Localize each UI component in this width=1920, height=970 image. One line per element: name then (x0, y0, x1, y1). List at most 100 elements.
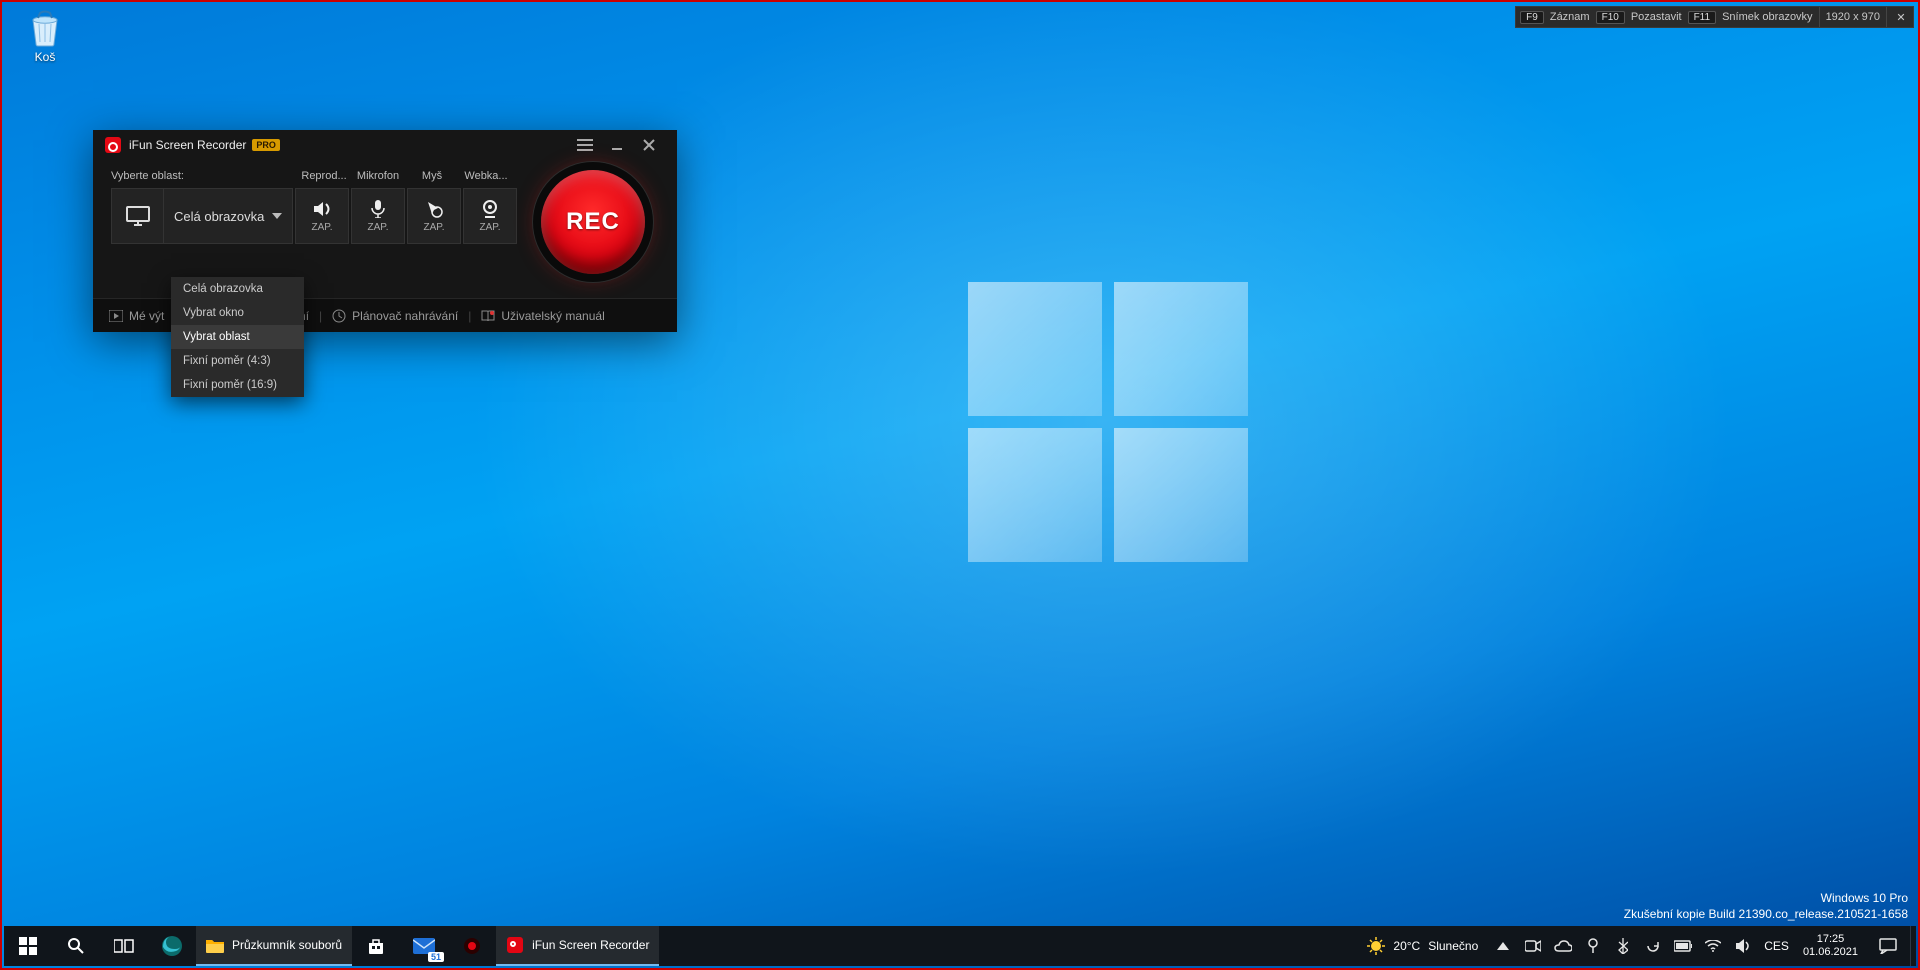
store-icon (367, 937, 385, 955)
menu-button[interactable] (569, 130, 601, 160)
action-center-button[interactable] (1866, 926, 1910, 966)
record-button[interactable]: REC (541, 170, 645, 274)
toggle-webcam-state: ZAP. (480, 222, 501, 233)
area-dropdown-list: Celá obrazovkaVybrat oknoVybrat oblastFi… (171, 277, 304, 397)
taskbar-weather[interactable]: 20°C Slunečno (1357, 937, 1488, 955)
record-button-label: REC (566, 208, 620, 236)
col-speaker-label: Reprod... (297, 170, 351, 182)
folder-icon (206, 936, 224, 954)
desktop: Koš Windows 10 Pro Zkušební kopie Build … (0, 0, 1920, 970)
close-button[interactable] (633, 130, 665, 160)
col-mouse-label: Myš (405, 170, 459, 182)
webcam-icon (480, 200, 500, 218)
clock-date: 01.06.2021 (1803, 946, 1858, 959)
video-list-icon (109, 309, 123, 323)
windows-logo (968, 282, 1248, 562)
taskbar-ifun-label: iFun Screen Recorder (532, 938, 649, 952)
area-dropdown-item[interactable]: Fixní poměr (16:9) (171, 373, 304, 397)
toggle-mouse[interactable]: ZAP. (407, 188, 461, 244)
system-tray: CES (1488, 926, 1795, 966)
clock-time: 17:25 (1803, 933, 1858, 946)
show-desktop-button[interactable] (1910, 926, 1916, 966)
minimize-icon (611, 139, 623, 151)
taskbar-edge[interactable] (148, 926, 196, 966)
close-icon (643, 139, 655, 151)
area-dropdown-item[interactable]: Vybrat oblast (171, 325, 304, 349)
notification-icon (1879, 938, 1897, 954)
footer-manual[interactable]: Uživatelský manuál (481, 309, 604, 323)
taskbar-clock[interactable]: 17:25 01.06.2021 (1795, 933, 1866, 959)
camera-icon (1525, 940, 1541, 952)
toggle-speaker[interactable]: ZAP. (295, 188, 349, 244)
toggle-mouse-state: ZAP. (424, 222, 445, 233)
speaker-icon (312, 200, 332, 218)
area-dropdown-item[interactable]: Celá obrazovka (171, 277, 304, 301)
overlay-dimensions: 1920 x 970 (1826, 11, 1880, 23)
clock-record-icon (332, 309, 346, 323)
area-dropdown[interactable]: Celá obrazovka (163, 188, 293, 244)
edge-icon (161, 935, 183, 957)
wifi-icon (1705, 940, 1721, 952)
toggle-microphone[interactable]: ZAP. (351, 188, 405, 244)
task-view-icon (114, 938, 134, 954)
area-dropdown-item[interactable]: Vybrat okno (171, 301, 304, 325)
area-dropdown-value: Celá obrazovka (174, 209, 264, 224)
hotkey-pause-label[interactable]: Pozastavit (1631, 11, 1682, 23)
tray-location[interactable] (1584, 937, 1602, 955)
toggle-microphone-state: ZAP. (368, 222, 389, 233)
volume-icon (1735, 939, 1751, 953)
taskbar-recorder-icon[interactable] (448, 926, 496, 966)
windows-logo-icon (19, 937, 37, 955)
bluetooth-icon (1618, 938, 1628, 954)
recycle-bin-label: Koš (14, 50, 76, 64)
toggle-speaker-state: ZAP. (312, 222, 333, 233)
area-dropdown-item[interactable]: Fixní poměr (4:3) (171, 349, 304, 373)
task-view-button[interactable] (100, 926, 148, 966)
sun-icon (1367, 937, 1385, 955)
hotkey-screenshot-key: F11 (1688, 11, 1717, 24)
battery-icon (1674, 940, 1692, 952)
recycle-bin[interactable]: Koš (14, 8, 76, 64)
tray-meet-now[interactable] (1524, 937, 1542, 955)
hamburger-icon (577, 139, 593, 151)
taskbar-file-explorer-label: Průzkumník souborů (232, 938, 342, 952)
book-icon (481, 309, 495, 323)
tray-network[interactable] (1704, 937, 1722, 955)
taskbar-file-explorer[interactable]: Průzkumník souborů (196, 926, 352, 966)
footer-scheduler[interactable]: Plánovač nahrávání (332, 309, 458, 323)
weather-text: Slunečno (1428, 939, 1478, 953)
update-icon (1646, 939, 1660, 953)
taskbar-mail[interactable]: 51 (400, 926, 448, 966)
footer-my-creations[interactable]: Mé výt (109, 309, 164, 323)
pro-badge: PRO (252, 139, 280, 151)
tray-language[interactable]: CES (1764, 939, 1789, 953)
overlay-close-button[interactable]: ✕ (1893, 11, 1909, 24)
hotkey-screenshot-label[interactable]: Snímek obrazovky (1722, 11, 1812, 23)
tray-battery[interactable] (1674, 937, 1692, 955)
recorder-small-icon (463, 937, 481, 955)
tray-volume[interactable] (1734, 937, 1752, 955)
hotkey-record-label[interactable]: Záznam (1550, 11, 1590, 23)
windows-watermark: Windows 10 Pro Zkušební kopie Build 2139… (1624, 890, 1908, 922)
search-icon (67, 937, 85, 955)
tray-chevron-up[interactable] (1494, 937, 1512, 955)
start-button[interactable] (4, 926, 52, 966)
search-button[interactable] (52, 926, 100, 966)
tray-bluetooth[interactable] (1614, 937, 1632, 955)
titlebar[interactable]: iFun Screen Recorder PRO (93, 130, 677, 160)
area-monitor-button[interactable] (111, 188, 163, 244)
chevron-up-icon (1497, 942, 1509, 950)
chevron-down-icon (272, 213, 282, 219)
monitor-icon (126, 206, 150, 226)
watermark-line1: Windows 10 Pro (1624, 890, 1908, 906)
minimize-button[interactable] (601, 130, 633, 160)
microphone-icon (368, 200, 388, 218)
taskbar-ifun[interactable]: iFun Screen Recorder (496, 926, 659, 966)
toggle-webcam[interactable]: ZAP. (463, 188, 517, 244)
taskbar-store[interactable] (352, 926, 400, 966)
cursor-click-icon (424, 200, 444, 218)
tray-onedrive[interactable] (1554, 937, 1572, 955)
col-mic-label: Mikrofon (351, 170, 405, 182)
tray-update[interactable] (1644, 937, 1662, 955)
hotkey-pause-key: F10 (1596, 11, 1625, 24)
